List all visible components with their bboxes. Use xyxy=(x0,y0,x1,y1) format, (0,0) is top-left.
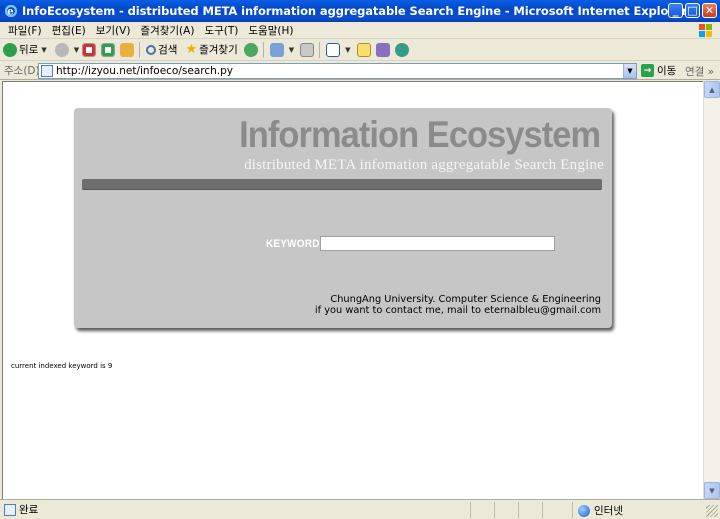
status-separator xyxy=(494,502,495,518)
word-icon xyxy=(326,42,341,57)
research-button[interactable] xyxy=(375,42,392,57)
toolbar-separator xyxy=(319,41,321,58)
home-button[interactable] xyxy=(120,42,136,57)
header-divider xyxy=(82,179,602,190)
windows-flag-icon xyxy=(696,23,716,38)
refresh-button[interactable] xyxy=(101,42,117,57)
back-arrow-icon xyxy=(3,42,17,57)
go-button[interactable]: → 이동 xyxy=(641,63,676,78)
brand-title: Information Ecosystem xyxy=(239,114,601,155)
go-label: 이동 xyxy=(657,65,677,77)
status-separator xyxy=(470,502,471,518)
ie-logo-icon: e xyxy=(4,4,18,18)
back-dropdown-icon[interactable]: ▼ xyxy=(41,46,46,54)
star-icon: ★ xyxy=(185,42,198,57)
forward-button[interactable]: ▼ xyxy=(54,42,79,57)
note-icon xyxy=(356,42,371,57)
back-label: 뒤로 xyxy=(19,44,39,56)
favorites-label: 즐겨찾기 xyxy=(199,44,238,56)
standard-toolbar: 뒤로 ▼ ▼ 검색 ★ 즐겨찾기 ▼ ▼ xyxy=(0,39,720,61)
menu-bar: 파일(F) 편집(E) 보기(V) 즐겨찾기(A) 도구(T) 도움말(H) xyxy=(0,22,720,39)
edit-button[interactable]: ▼ xyxy=(326,42,351,57)
links-toolbar[interactable]: 연결 » xyxy=(685,64,714,79)
menu-tools[interactable]: 도구(T) xyxy=(199,23,243,38)
search-label: 검색 xyxy=(158,44,178,56)
status-bar: 완료 인터넷 xyxy=(0,499,720,519)
close-button[interactable]: ✕ xyxy=(702,3,717,18)
vertical-scrollbar[interactable]: ▲ ▼ xyxy=(703,81,720,499)
keyword-label: KEYWORD : xyxy=(266,238,327,251)
indexed-keyword-count: current indexed keyword is 9 xyxy=(11,362,113,370)
address-bar: 주소(D) http://izyou.net/infoeco/search.py… xyxy=(0,61,720,80)
menu-help[interactable]: 도움말(H) xyxy=(243,23,298,38)
page-done-icon xyxy=(4,503,16,516)
status-separator xyxy=(518,502,519,518)
mail-icon xyxy=(269,42,284,57)
address-url[interactable]: http://izyou.net/infoeco/search.py xyxy=(56,65,233,77)
address-dropdown-icon[interactable]: ▼ xyxy=(623,64,636,78)
resize-grip-icon[interactable] xyxy=(706,505,718,517)
toolbar-separator xyxy=(139,41,141,58)
mail-button[interactable]: ▼ xyxy=(269,42,294,57)
window-controls: _ □ ✕ xyxy=(668,3,717,18)
status-separator xyxy=(542,502,543,518)
contact-text: if you want to contact me, mail to etern… xyxy=(314,305,601,316)
messenger-button[interactable] xyxy=(394,42,411,57)
toolbar-separator xyxy=(262,41,264,58)
search-button[interactable]: 검색 xyxy=(146,42,177,57)
discuss-button[interactable] xyxy=(356,42,373,57)
affiliation-text: ChungAng University. Computer Science & … xyxy=(330,294,601,305)
menu-file[interactable]: 파일(F) xyxy=(3,23,47,38)
security-zone: 인터넷 xyxy=(578,503,623,518)
go-arrow-icon: → xyxy=(641,64,654,77)
minimize-button[interactable]: _ xyxy=(668,3,683,18)
status-separator xyxy=(572,502,573,518)
stop-button[interactable] xyxy=(82,42,98,57)
globe-icon xyxy=(578,504,590,517)
print-button[interactable] xyxy=(300,42,316,57)
history-button[interactable] xyxy=(243,42,260,57)
research-icon xyxy=(375,42,390,57)
window-title: InfoEcosystem - distributed META informa… xyxy=(22,4,688,18)
messenger-icon xyxy=(394,42,409,57)
scroll-down-button[interactable]: ▼ xyxy=(704,482,720,499)
maximize-button[interactable]: □ xyxy=(685,3,700,18)
address-label: 주소(D) xyxy=(4,64,40,77)
edit-dropdown-icon[interactable]: ▼ xyxy=(345,46,350,54)
forward-arrow-icon xyxy=(54,42,69,57)
title-bar: e InfoEcosystem - distributed META infor… xyxy=(0,0,720,22)
scroll-up-button[interactable]: ▲ xyxy=(704,81,720,98)
status-text: 완료 xyxy=(19,504,39,516)
menu-favorites[interactable]: 즐겨찾기(A) xyxy=(135,23,199,38)
brand-subtitle: distributed META infomation aggregatable… xyxy=(244,157,604,173)
refresh-icon xyxy=(101,42,116,57)
page-viewport: Information Ecosystem distributed META i… xyxy=(2,81,703,499)
history-icon xyxy=(243,42,258,57)
address-input[interactable]: http://izyou.net/infoeco/search.py ▼ xyxy=(38,63,637,79)
home-icon xyxy=(120,42,135,57)
search-icon xyxy=(146,44,157,55)
svg-text:e: e xyxy=(7,7,13,18)
mail-dropdown-icon[interactable]: ▼ xyxy=(289,46,294,54)
favorites-button[interactable]: ★ 즐겨찾기 xyxy=(185,42,237,57)
menu-edit[interactable]: 편집(E) xyxy=(47,23,91,38)
stop-icon xyxy=(82,42,97,57)
keyword-input[interactable] xyxy=(320,236,555,251)
forward-dropdown-icon[interactable]: ▼ xyxy=(74,46,79,54)
menu-view[interactable]: 보기(V) xyxy=(91,23,136,38)
zone-label: 인터넷 xyxy=(594,505,623,517)
print-icon xyxy=(300,42,315,57)
page-icon xyxy=(41,65,53,77)
search-panel: Information Ecosystem distributed META i… xyxy=(74,108,612,328)
back-button[interactable]: 뒤로 ▼ xyxy=(3,42,47,57)
